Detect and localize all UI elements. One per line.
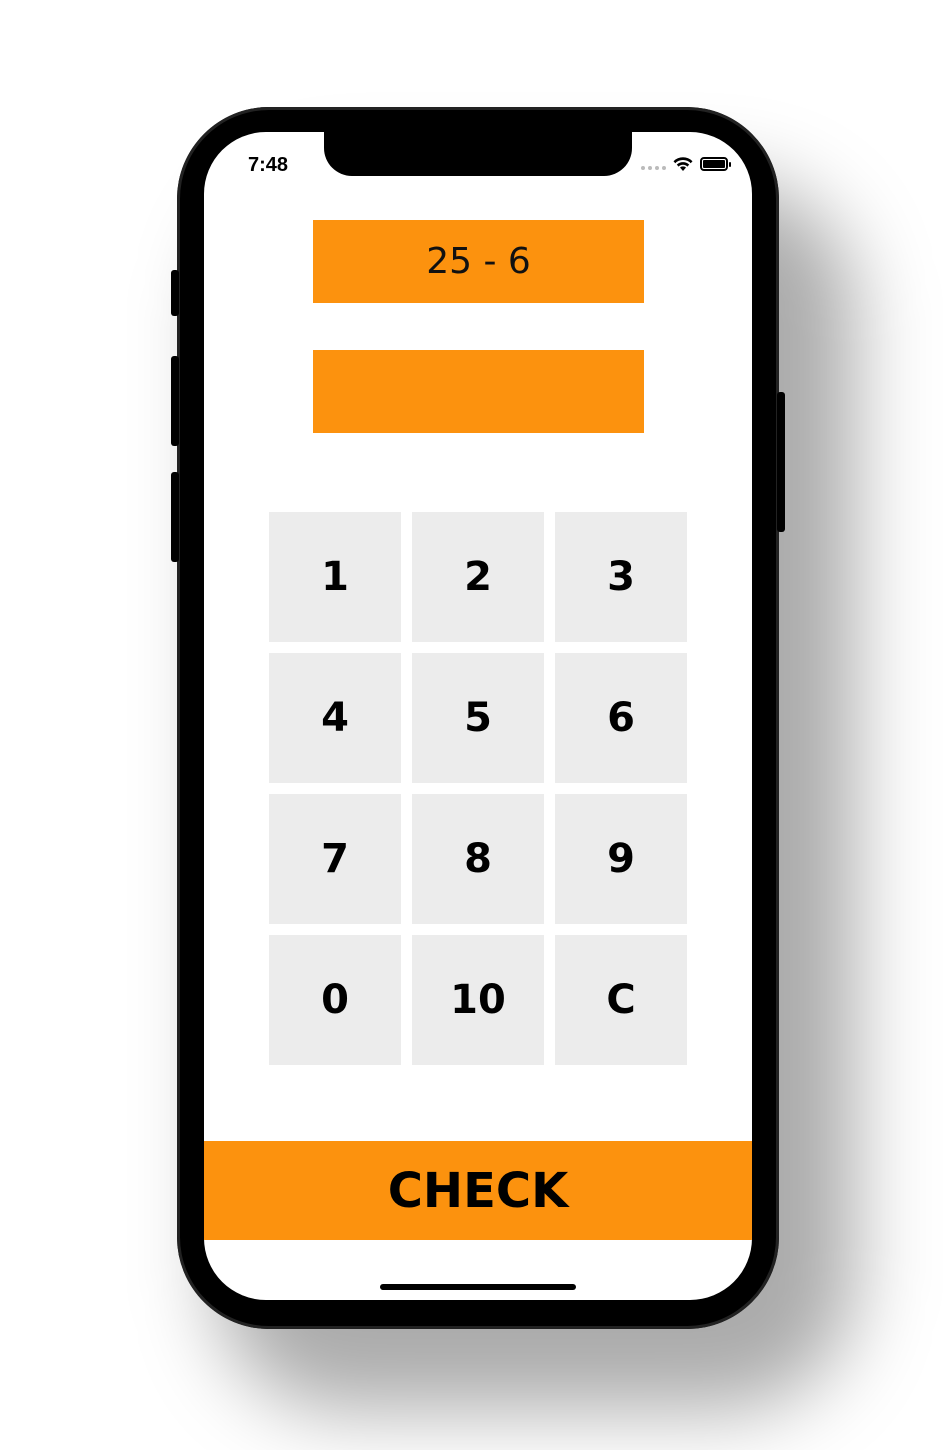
key-7[interactable]: 7 (269, 794, 401, 924)
power-button (777, 392, 785, 532)
number-keypad: 1 2 3 4 5 6 7 8 9 0 10 C (269, 512, 688, 1065)
key-9[interactable]: 9 (555, 794, 687, 924)
key-10[interactable]: 10 (412, 935, 544, 1065)
key-2[interactable]: 2 (412, 512, 544, 642)
volume-up-button (171, 356, 179, 446)
key-6[interactable]: 6 (555, 653, 687, 783)
mute-switch (171, 270, 179, 316)
key-8[interactable]: 8 (412, 794, 544, 924)
status-icons (641, 156, 731, 172)
question-display: 25 - 6 (313, 220, 644, 303)
volume-down-button (171, 472, 179, 562)
battery-icon (700, 157, 731, 171)
key-clear[interactable]: C (555, 935, 687, 1065)
phone-screen: 7:48 25 - 6 1 2 3 4 5 6 7 8 9 0 10 C CHE… (204, 132, 752, 1300)
key-0[interactable]: 0 (269, 935, 401, 1065)
home-indicator[interactable] (380, 1284, 576, 1290)
key-3[interactable]: 3 (555, 512, 687, 642)
key-1[interactable]: 1 (269, 512, 401, 642)
key-5[interactable]: 5 (412, 653, 544, 783)
status-time: 7:48 (248, 154, 289, 176)
notch (324, 132, 632, 176)
wifi-icon (673, 157, 693, 171)
check-button[interactable]: CHECK (204, 1141, 752, 1240)
question-text: 25 - 6 (426, 241, 531, 282)
answer-display (313, 350, 644, 433)
signal-dots-icon (641, 158, 666, 170)
key-4[interactable]: 4 (269, 653, 401, 783)
